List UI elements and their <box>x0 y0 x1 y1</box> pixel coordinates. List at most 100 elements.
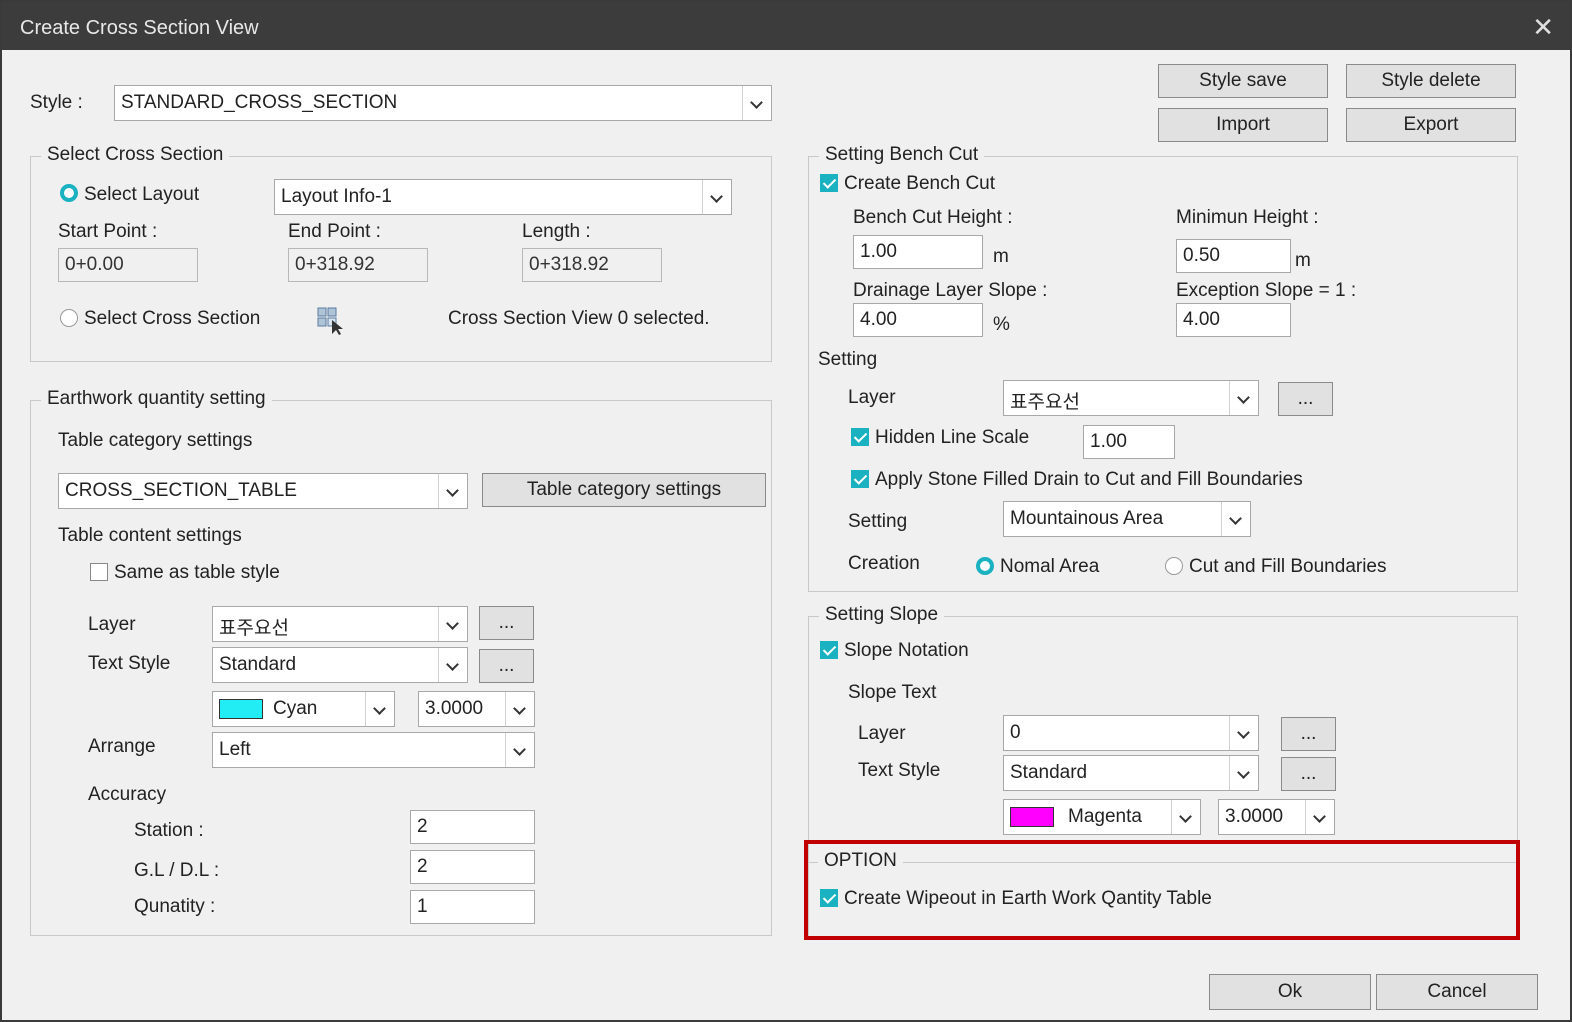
layout-value: Layout Info-1 <box>281 186 392 207</box>
chevron-down-icon[interactable] <box>1305 800 1334 834</box>
magenta-swatch <box>1010 807 1054 827</box>
cyan-swatch <box>219 699 263 719</box>
table-value: CROSS_SECTION_TABLE <box>65 480 297 501</box>
earthwork-title: Earthwork quantity setting <box>41 388 272 410</box>
table-content-label: Table content settings <box>58 525 242 546</box>
sl-size-dropdown[interactable]: 3.0000 <box>1218 799 1335 835</box>
bc-layer-value: 표주요선 <box>1010 392 1080 413</box>
style-delete-button[interactable]: Style delete <box>1346 64 1516 98</box>
import-button[interactable]: Import <box>1158 108 1328 142</box>
sl-text-style-dropdown[interactable]: Standard <box>1003 755 1259 791</box>
bench-height-unit: m <box>993 246 1009 267</box>
sl-layer-label: Layer <box>858 723 906 744</box>
stone-drain-label: Apply Stone Filled Drain to Cut and Fill… <box>875 469 1303 490</box>
chevron-down-icon[interactable] <box>505 733 534 767</box>
bc-layer-dropdown[interactable]: 표주요선 <box>1003 380 1259 416</box>
chevron-down-icon[interactable] <box>1229 756 1258 790</box>
exception-slope-input[interactable]: 4.00 <box>1176 303 1291 337</box>
ok-button[interactable]: Ok <box>1209 974 1371 1010</box>
ew-text-style-label: Text Style <box>88 653 171 674</box>
same-as-style-checkbox[interactable] <box>90 563 108 581</box>
arrange-dropdown[interactable]: Left <box>212 732 535 768</box>
ew-text-style-more-button[interactable]: ... <box>479 649 534 683</box>
layout-dropdown[interactable]: Layout Info-1 <box>274 179 732 215</box>
table-category-button[interactable]: Table category settings <box>482 473 766 507</box>
gl-label: G.L / D.L : <box>134 860 220 881</box>
select-layout-label: Select Layout <box>84 184 200 205</box>
chevron-down-icon[interactable] <box>1229 381 1258 415</box>
ew-color-dropdown[interactable]: Cyan <box>212 691 395 727</box>
select-layout-radio[interactable] <box>60 184 78 202</box>
select-cross-section-title: Select Cross Section <box>41 144 230 166</box>
bench-height-input[interactable]: 1.00 <box>853 235 983 269</box>
create-bench-cut-checkbox[interactable] <box>820 174 838 192</box>
chevron-down-icon[interactable] <box>365 692 394 726</box>
export-button[interactable]: Export <box>1346 108 1516 142</box>
arrange-value: Left <box>219 739 251 760</box>
drainage-slope-input[interactable]: 4.00 <box>853 303 983 337</box>
ew-size-value: 3.0000 <box>425 698 484 719</box>
ew-layer-label: Layer <box>88 614 136 635</box>
slope-notation-label: Slope Notation <box>844 640 969 661</box>
sl-layer-value: 0 <box>1010 722 1021 743</box>
min-height-input[interactable]: 0.50 <box>1176 239 1291 273</box>
cut-fill-radio[interactable] <box>1165 557 1183 575</box>
style-save-button[interactable]: Style save <box>1158 64 1328 98</box>
chevron-down-icon[interactable] <box>438 607 467 641</box>
sl-layer-more-button[interactable]: ... <box>1281 717 1336 751</box>
ew-size-dropdown[interactable]: 3.0000 <box>418 691 535 727</box>
title-bar: Create Cross Section View ✕ <box>2 2 1570 50</box>
arrange-label: Arrange <box>88 736 156 757</box>
ew-color-value: Cyan <box>273 698 318 719</box>
slope-title: Setting Slope <box>819 604 945 626</box>
station-input[interactable]: 2 <box>410 810 535 844</box>
select-cross-section-radio[interactable] <box>60 309 78 327</box>
chevron-down-icon[interactable] <box>742 86 771 120</box>
normal-area-label: Nomal Area <box>1000 556 1100 577</box>
chevron-down-icon[interactable] <box>1221 502 1250 536</box>
stone-drain-checkbox[interactable] <box>851 470 869 488</box>
table-dropdown[interactable]: CROSS_SECTION_TABLE <box>58 473 468 509</box>
ew-text-style-dropdown[interactable]: Standard <box>212 647 468 683</box>
ew-layer-dropdown[interactable]: 표주요선 <box>212 606 468 642</box>
hidden-line-checkbox[interactable] <box>851 428 869 446</box>
chevron-down-icon[interactable] <box>505 692 534 726</box>
sl-text-style-more-button[interactable]: ... <box>1281 757 1336 791</box>
table-category-label: Table category settings <box>58 430 253 451</box>
style-dropdown[interactable]: STANDARD_CROSS_SECTION <box>114 85 772 121</box>
chevron-down-icon[interactable] <box>438 474 467 508</box>
window-title: Create Cross Section View <box>20 17 259 39</box>
bc-setting2-label: Setting <box>848 511 908 532</box>
quantity-input[interactable]: 1 <box>410 890 535 924</box>
cancel-button[interactable]: Cancel <box>1376 974 1538 1010</box>
ew-layer-more-button[interactable]: ... <box>479 606 534 640</box>
area-setting-dropdown[interactable]: Mountainous Area <box>1003 501 1251 537</box>
end-point-field: 0+318.92 <box>288 248 428 282</box>
highlight-box <box>804 840 1520 940</box>
chevron-down-icon[interactable] <box>1229 716 1258 750</box>
select-cross-section-label: Select Cross Section <box>84 308 261 329</box>
slope-text-label: Slope Text <box>848 682 937 703</box>
station-label: Station : <box>134 820 204 841</box>
chevron-down-icon[interactable] <box>702 180 731 214</box>
bc-layer-more-button[interactable]: ... <box>1278 382 1333 416</box>
start-point-field: 0+0.00 <box>58 248 198 282</box>
style-label: Style : <box>30 92 83 113</box>
length-label: Length : <box>522 221 591 242</box>
bench-height-label: Bench Cut Height : <box>853 207 1013 228</box>
drainage-slope-label: Drainage Layer Slope : <box>853 280 1048 301</box>
close-icon[interactable]: ✕ <box>1532 12 1554 43</box>
normal-area-radio[interactable] <box>976 557 994 575</box>
gl-input[interactable]: 2 <box>410 850 535 884</box>
sl-text-style-label: Text Style <box>858 760 941 781</box>
bench-setting-label: Setting <box>818 349 878 370</box>
sl-color-dropdown[interactable]: Magenta <box>1003 799 1201 835</box>
chevron-down-icon[interactable] <box>1171 800 1200 834</box>
chevron-down-icon[interactable] <box>438 648 467 682</box>
end-point-label: End Point : <box>288 221 381 242</box>
cut-fill-label: Cut and Fill Boundaries <box>1189 556 1387 577</box>
sl-layer-dropdown[interactable]: 0 <box>1003 715 1259 751</box>
slope-notation-checkbox[interactable] <box>820 641 838 659</box>
hidden-line-input[interactable]: 1.00 <box>1083 425 1175 459</box>
pick-selection-icon[interactable] <box>316 306 346 336</box>
